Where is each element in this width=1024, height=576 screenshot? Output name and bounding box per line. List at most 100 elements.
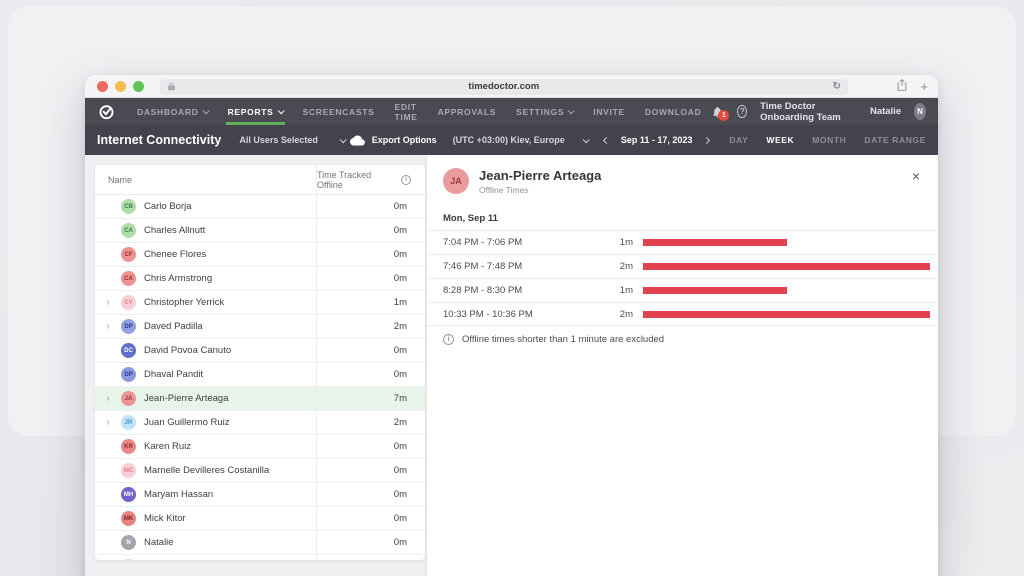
- users-table: Name Time Tracked Offline i CB Carlo Borj…: [95, 165, 425, 560]
- table-header: Name Time Tracked Offline i: [95, 165, 425, 195]
- nav-item-dashboard[interactable]: DASHBOARD: [127, 98, 218, 125]
- time-tracked-offline-value: 0m: [393, 465, 407, 476]
- row-name-cell: [95, 555, 317, 560]
- table-row[interactable]: › CY Christopher Yerrick 1m: [95, 291, 425, 315]
- row-name-cell: DC David Povoa Canuto: [95, 339, 317, 362]
- avatar: KR: [121, 439, 136, 454]
- nav-item-download[interactable]: DOWNLOAD: [635, 98, 712, 125]
- avatar: [121, 559, 136, 560]
- avatar: DP: [121, 367, 136, 382]
- table-row[interactable]: CA Charles Allnutt 0m: [95, 219, 425, 243]
- row-name-cell: CA Charles Allnutt: [95, 219, 317, 242]
- table-row[interactable]: DC David Povoa Canuto 0m: [95, 339, 425, 363]
- column-header-name: Name: [95, 165, 317, 194]
- panel-header: JA Jean-Pierre Arteaga Offline Times ×: [427, 155, 938, 203]
- table-row[interactable]: MH Maryam Hassan 0m: [95, 483, 425, 507]
- timedoctor-logo-icon[interactable]: [98, 103, 115, 120]
- avatar: DC: [121, 343, 136, 358]
- nav-item-label: SCREENCASTS: [302, 106, 375, 117]
- row-name-cell: MC Marnelle Devilleres Costanilla: [95, 459, 317, 482]
- row-name-cell: KR Karen Ruiz: [95, 435, 317, 458]
- nav-item-edit-time[interactable]: EDIT TIME: [385, 98, 428, 125]
- table-body: CB Carlo Borja 0m CA Charles Allnutt 0m CF Chen…: [95, 195, 425, 560]
- notifications-bell-icon[interactable]: 1: [711, 105, 730, 121]
- table-row[interactable]: CF Chenee Flores 0m: [95, 243, 425, 267]
- duration-bar: [643, 310, 930, 318]
- row-name-cell: › JA Jean-Pierre Arteaga: [95, 387, 317, 410]
- table-row[interactable]: [95, 555, 425, 560]
- table-row[interactable]: CB Carlo Borja 0m: [95, 195, 425, 219]
- user-name-label: Dhaval Pandit: [144, 369, 204, 380]
- offline-duration: 2m: [619, 261, 633, 272]
- close-panel-icon[interactable]: ×: [912, 169, 920, 183]
- traffic-lights: [97, 80, 144, 92]
- period-tabs: DAY WEEK MONTH DATE RANGE: [729, 135, 926, 145]
- nav-item-invite[interactable]: INVITE: [583, 98, 635, 125]
- nav-item-label: SETTINGS: [516, 106, 565, 117]
- table-row[interactable]: CA Chris Armstrong 0m: [95, 267, 425, 291]
- expand-row-icon[interactable]: ›: [95, 297, 121, 308]
- expand-row-icon[interactable]: ›: [95, 417, 121, 428]
- offline-entry-row: 8:28 PM - 8:30 PM 1m: [427, 278, 938, 302]
- table-row[interactable]: DP Dhaval Pandit 0m: [95, 363, 425, 387]
- new-tab-icon[interactable]: +: [920, 80, 928, 93]
- address-bar[interactable]: timedoctor.com ↻: [160, 78, 848, 95]
- table-row[interactable]: MC Marnelle Devilleres Costanilla 0m: [95, 459, 425, 483]
- expand-row-icon[interactable]: ›: [95, 321, 121, 332]
- table-row[interactable]: N Natalie 0m: [95, 531, 425, 555]
- users-filter-dropdown[interactable]: All Users Selected: [239, 135, 347, 145]
- row-name-cell: MK Mick Kitor: [95, 507, 317, 530]
- panel-user-avatar: JA: [443, 168, 469, 194]
- chevron-down-icon: [567, 107, 576, 115]
- table-row[interactable]: MK Mick Kitor 0m: [95, 507, 425, 531]
- timezone-dropdown[interactable]: (UTC +03:00) Kiev, Europe: [452, 135, 590, 145]
- next-week-icon[interactable]: [703, 136, 711, 144]
- period-tab-day[interactable]: DAY: [729, 135, 748, 145]
- date-navigator: Sep 11 - 17, 2023: [602, 135, 711, 145]
- info-icon[interactable]: i: [401, 174, 411, 185]
- nav-item-reports[interactable]: REPORTS: [218, 98, 293, 125]
- user-name-label: Christopher Yerrick: [144, 297, 225, 308]
- team-switcher[interactable]: Time Doctor Onboarding Team: [760, 101, 857, 123]
- prev-week-icon[interactable]: [602, 136, 610, 144]
- close-window-button[interactable]: [97, 80, 108, 92]
- offline-time-range: 10:33 PM - 10:36 PM: [443, 308, 533, 320]
- navbar-right: 1 ? Time Doctor Onboarding Team Natalie …: [711, 101, 938, 123]
- offline-time-range: 8:28 PM - 8:30 PM: [443, 285, 523, 296]
- row-name-cell: DP Dhaval Pandit: [95, 363, 317, 386]
- export-options-button[interactable]: Export Options: [349, 134, 437, 146]
- nav-item-approvals[interactable]: APPROVALS: [428, 98, 507, 125]
- user-avatar[interactable]: N: [914, 103, 926, 120]
- table-row[interactable]: KR Karen Ruiz 0m: [95, 435, 425, 459]
- period-tab-date-range[interactable]: DATE RANGE: [864, 135, 926, 145]
- nav-item-screencasts[interactable]: SCREENCASTS: [293, 98, 385, 125]
- avatar: MH: [121, 487, 136, 502]
- user-name[interactable]: Natalie: [870, 106, 901, 117]
- expand-row-icon[interactable]: ›: [95, 393, 121, 404]
- avatar: MK: [121, 511, 136, 526]
- time-tracked-offline-value: 2m: [393, 417, 407, 428]
- time-tracked-offline-value: 0m: [393, 273, 407, 284]
- table-row[interactable]: › JA Jean-Pierre Arteaga 7m: [95, 387, 425, 411]
- date-range-label[interactable]: Sep 11 - 17, 2023: [621, 135, 693, 145]
- nav-item-settings[interactable]: SETTINGS: [506, 98, 583, 125]
- minimize-window-button[interactable]: [115, 80, 126, 92]
- help-icon[interactable]: ?: [737, 105, 748, 118]
- period-tab-week[interactable]: WEEK: [766, 135, 794, 145]
- maximize-window-button[interactable]: [133, 80, 144, 92]
- duration-bar-track: [643, 287, 930, 294]
- column-header-time-tracked-offline: Time Tracked Offline i: [317, 165, 425, 194]
- refresh-icon[interactable]: ↻: [833, 81, 841, 92]
- avatar: JR: [121, 415, 136, 430]
- timezone-label: (UTC +03:00) Kiev, Europe: [452, 135, 565, 145]
- chevron-down-icon: [202, 107, 210, 115]
- table-row[interactable]: › DP Daved Padilla 2m: [95, 315, 425, 339]
- panel-note-text: Offline times shorter than 1 minute are …: [462, 333, 665, 345]
- period-tab-month[interactable]: MONTH: [812, 135, 846, 145]
- nav-item-label: DASHBOARD: [137, 106, 199, 117]
- user-name-label: Carlo Borja: [144, 201, 192, 212]
- share-icon[interactable]: [897, 78, 907, 96]
- table-row[interactable]: › JR Juan Guillermo Ruiz 2m: [95, 411, 425, 435]
- time-tracked-offline-value: 2m: [393, 321, 407, 332]
- avatar: CA: [121, 223, 136, 238]
